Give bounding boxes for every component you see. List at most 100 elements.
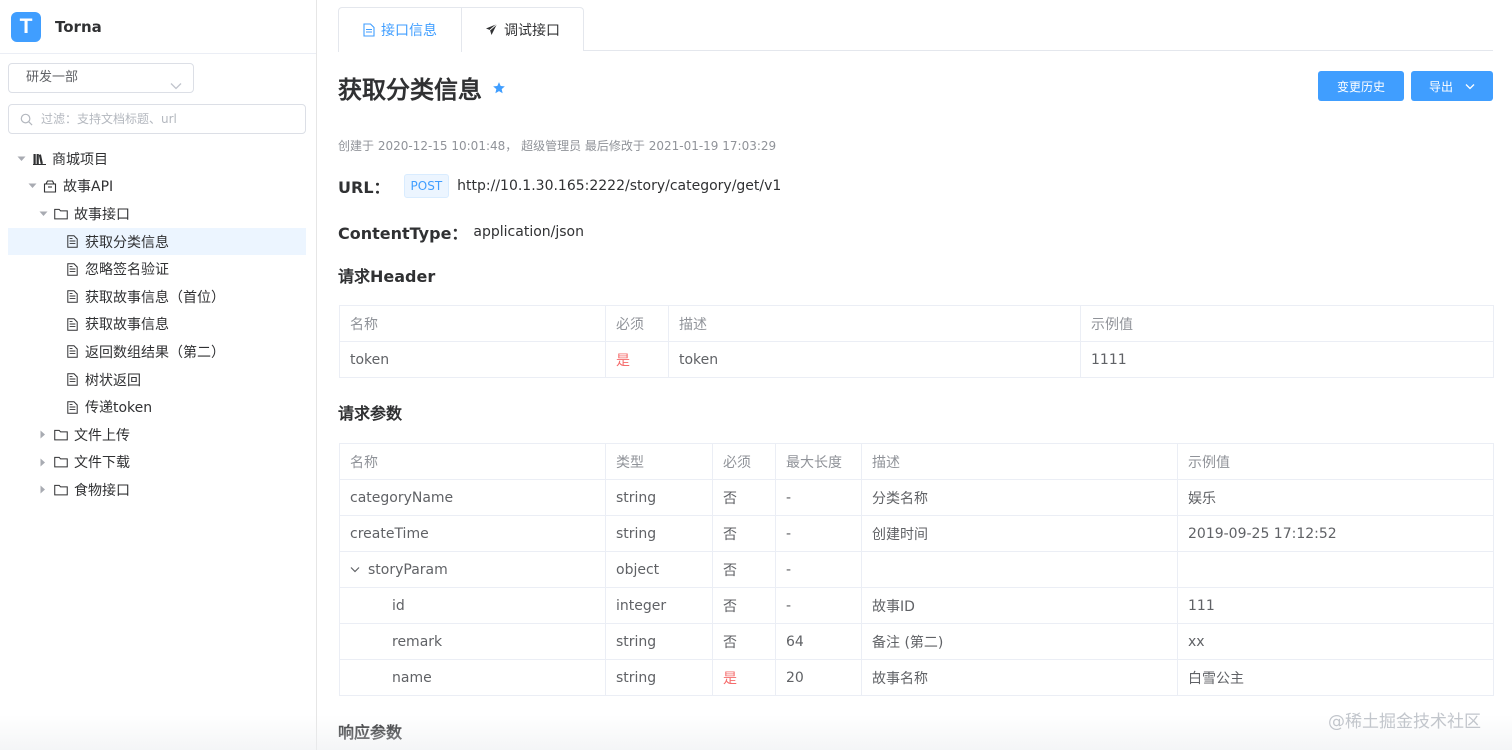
table-row: id integer 否 - 故事ID 111 [339, 587, 1494, 624]
tab-api-info[interactable]: 接口信息 [338, 7, 462, 52]
tree-item-label: 树状返回 [85, 372, 141, 389]
tab-debug[interactable]: 调试接口 [461, 7, 584, 51]
caret-right-icon[interactable] [38, 485, 48, 495]
tree-item[interactable]: 食物接口 [8, 476, 306, 504]
tree-item[interactable]: 故事API [8, 173, 306, 201]
doc-icon [65, 235, 79, 249]
tree-item-label: 食物接口 [74, 482, 130, 499]
header-section-title: 请求Header [338, 267, 436, 286]
column-header: 名称 [339, 305, 606, 342]
caret-right-icon[interactable] [38, 457, 48, 467]
cell-max-length: - [775, 551, 862, 588]
tree-item[interactable]: 商城项目 [8, 145, 306, 173]
cell-example: 娱乐 [1177, 479, 1494, 516]
cell-name: storyParam [339, 551, 606, 588]
cell-max-length: 20 [775, 659, 862, 696]
url-row: URL： POST http://10.1.30.165:2222/story/… [338, 174, 781, 198]
torna-logo[interactable]: T [11, 11, 41, 42]
space-select-value: 研发一部 [26, 70, 79, 85]
caret-down-icon[interactable] [38, 209, 48, 219]
cell-type: string [605, 515, 713, 552]
sidebar: T Torna 研发一部 商城项目故事API 故事接口获取分类信息忽略签名验证获取… [0, 0, 317, 750]
tree-item-label: 返回数组结果（第二） [85, 344, 225, 361]
cell-name: name [339, 659, 606, 696]
doc-icon [65, 373, 79, 387]
params-table: 名称 类型 必须 最大长度 描述 示例值 categoryName string… [339, 443, 1494, 696]
tree-item[interactable]: 获取分类信息 [8, 227, 306, 256]
folder-icon [54, 428, 68, 442]
cell-name: createTime [339, 515, 606, 552]
cell-type: string [605, 623, 713, 660]
doc-icon [65, 262, 79, 276]
cell-required: 否 [712, 515, 776, 552]
table-row: categoryName string 否 - 分类名称 娱乐 [339, 479, 1494, 516]
cell-required: 否 [712, 479, 776, 516]
cell-description: 故事ID [861, 587, 1178, 624]
chevron-down-icon [170, 73, 182, 101]
change-history-label: 变更历史 [1336, 79, 1385, 94]
caret-right-icon[interactable] [38, 430, 48, 440]
watermark: @稀土掘金技术社区 [1328, 712, 1481, 732]
document-icon [363, 23, 375, 37]
cell-example: 1111 [1080, 341, 1494, 378]
cell-type: object [605, 551, 713, 588]
cell-description: 备注 (第二) [861, 623, 1178, 660]
folder-icon [54, 207, 68, 221]
module-icon [43, 179, 57, 193]
cell-required: 否 [712, 623, 776, 660]
tab-bar: 接口信息 调试接口 [338, 7, 1493, 52]
tree-item[interactable]: 文件上传 [8, 421, 306, 449]
space-select[interactable]: 研发一部 [8, 63, 194, 93]
tree-item[interactable]: 获取故事信息（首位） [8, 283, 306, 311]
cell-example: 白雪公主 [1177, 659, 1494, 696]
export-button[interactable]: 导出 [1411, 71, 1493, 101]
tree-item-label: 忽略签名验证 [85, 262, 169, 279]
caret-down-icon[interactable] [27, 181, 37, 191]
cell-type: string [605, 479, 713, 516]
tree-item[interactable]: 忽略签名验证 [8, 255, 306, 283]
column-header: 最大长度 [775, 443, 862, 480]
cell-required: 否 [712, 587, 776, 624]
folder-icon [54, 483, 68, 497]
tab-label: 调试接口 [504, 22, 560, 39]
column-header: 类型 [605, 443, 713, 480]
page-title: 获取分类信息 [338, 76, 482, 104]
filter-field[interactable] [8, 104, 306, 134]
url-value: http://10.1.30.165:2222/story/category/g… [457, 178, 782, 194]
doc-meta: 创建于 2020-12-15 10:01:48， 超级管理员 最后修改于 202… [338, 139, 777, 153]
tree-item[interactable]: 返回数组结果（第二） [8, 338, 306, 366]
brand: T Torna [0, 0, 316, 54]
column-header: 描述 [861, 443, 1178, 480]
tree-item[interactable]: 树状返回 [8, 366, 306, 394]
table-row: name string 是 20 故事名称 白雪公主 [339, 659, 1494, 696]
cell-max-length: 64 [775, 623, 862, 660]
column-header: 必须 [605, 305, 669, 342]
change-history-button[interactable]: 变更历史 [1318, 71, 1404, 101]
tree-item-label: 商城项目 [52, 151, 108, 168]
tree-item-label: 故事API [63, 179, 114, 196]
caret-down-icon[interactable] [16, 154, 26, 164]
tree-item[interactable]: 传递token [8, 393, 306, 421]
cell-max-length: - [775, 479, 862, 516]
star-icon[interactable] [492, 81, 506, 95]
filter-input[interactable] [41, 112, 291, 126]
table-row: storyParam object 否 - [339, 551, 1494, 588]
url-label: URL： [338, 178, 390, 197]
tree-item[interactable]: 获取故事信息 [8, 311, 306, 339]
table-row: createTime string 否 - 创建时间 2019-09-25 17… [339, 515, 1494, 552]
cell-name: categoryName [339, 479, 606, 516]
tree-item[interactable]: 文件下载 [8, 449, 306, 477]
project-icon [32, 152, 46, 166]
tree-item-label: 获取分类信息 [85, 234, 169, 251]
cell-example [1177, 551, 1494, 588]
column-header: 描述 [668, 305, 1081, 342]
table-row: remark string 否 64 备注 (第二) xx [339, 623, 1494, 660]
cell-required: 是 [605, 341, 669, 378]
tree-item[interactable]: 故事接口 [8, 200, 306, 228]
content-type-row: ContentType： application/json [338, 220, 584, 244]
tab-label: 接口信息 [381, 23, 437, 39]
doc-icon [65, 317, 79, 331]
column-header: 必须 [712, 443, 776, 480]
params-section-title: 请求参数 [338, 404, 403, 423]
expand-row-icon[interactable] [350, 566, 360, 573]
